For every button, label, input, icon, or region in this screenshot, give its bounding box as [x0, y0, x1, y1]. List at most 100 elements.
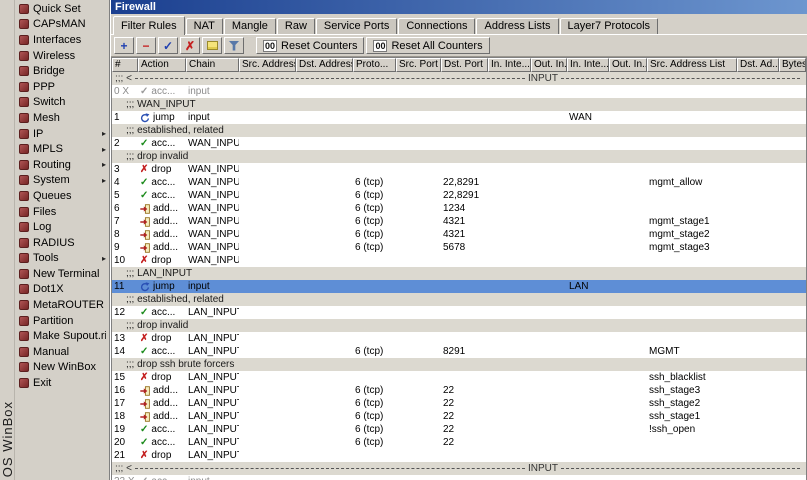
firewall-rule-row[interactable]: 8add...WAN_INPUT6 (tcp)4321mgmt_stage2 — [112, 228, 806, 241]
sidebar-item-partition[interactable]: Partition — [15, 313, 109, 329]
cell-action: ✓acc... — [138, 475, 186, 480]
sidebar-item-new-terminal[interactable]: New Terminal — [15, 266, 109, 282]
disable-rule-button[interactable]: ✗ — [180, 37, 200, 54]
firewall-rule-row[interactable]: 6add...WAN_INPUT6 (tcp)1234 — [112, 202, 806, 215]
firewall-rule-row[interactable]: 4✓acc...WAN_INPUT6 (tcp)22,8291mgmt_allo… — [112, 176, 806, 189]
reset-all-counters-button[interactable]: 00 Reset All Counters — [366, 37, 489, 54]
sidebar-item-capsman[interactable]: CAPsMAN — [15, 17, 109, 33]
tab-raw[interactable]: Raw — [277, 18, 315, 34]
firewall-rule-row[interactable]: 21✗dropLAN_INPUT — [112, 449, 806, 462]
firewall-rule-row[interactable]: 9add...WAN_INPUT6 (tcp)5678mgmt_stage3 — [112, 241, 806, 254]
sidebar-item-routing[interactable]: Routing▸ — [15, 157, 109, 173]
column-header-chain-2[interactable]: Chain — [186, 58, 239, 72]
separator-row[interactable]: ;;; <INPUT — [112, 72, 806, 85]
cell-out-interface-list — [609, 306, 647, 319]
comment-row[interactable]: ;;; drop invalid — [112, 150, 806, 163]
column-header-src-address-list-12[interactable]: Src. Address List — [647, 58, 737, 72]
tab-filter-rules[interactable]: Filter Rules — [113, 16, 185, 35]
sidebar-item-switch[interactable]: Switch — [15, 95, 109, 111]
firewall-rule-row[interactable]: 17add...LAN_INPUT6 (tcp)22ssh_stage2 — [112, 397, 806, 410]
sidebar-item-metarouter[interactable]: MetaROUTER — [15, 297, 109, 313]
column-header-dst-port-7[interactable]: Dst. Port — [441, 58, 488, 72]
firewall-rule-row[interactable]: 5✓acc...WAN_INPUT6 (tcp)22,8291 — [112, 189, 806, 202]
sidebar-item-files[interactable]: Files — [15, 204, 109, 220]
tab-layer7-protocols[interactable]: Layer7 Protocols — [560, 18, 659, 34]
cell-dst-address-list — [737, 280, 779, 293]
tab-address-lists[interactable]: Address Lists — [476, 18, 558, 34]
comment-row[interactable]: ;;; LAN_INPUT — [112, 267, 806, 280]
firewall-rule-row[interactable]: 15✗dropLAN_INPUTssh_blacklist — [112, 371, 806, 384]
sidebar-item-mpls[interactable]: MPLS▸ — [15, 141, 109, 157]
cell-action: ✓acc... — [138, 345, 186, 358]
firewall-rule-row[interactable]: 0 X✓acc...input — [112, 85, 806, 98]
firewall-rule-row[interactable]: 14✓acc...LAN_INPUT6 (tcp)8291MGMT — [112, 345, 806, 358]
column-header-action-1[interactable]: Action — [138, 58, 186, 72]
firewall-rule-row[interactable]: 10✗dropWAN_INPUT — [112, 254, 806, 267]
enable-rule-button[interactable]: ✓ — [158, 37, 178, 54]
column-header-in-inte-10[interactable]: In. Inte... — [567, 58, 609, 72]
sidebar-item-tools[interactable]: Tools▸ — [15, 251, 109, 267]
remove-rule-button[interactable]: − — [136, 37, 156, 54]
column-header-bytes-14[interactable]: Bytes — [779, 58, 806, 72]
firewall-rule-row[interactable]: 19✓acc...LAN_INPUT6 (tcp)22!ssh_open — [112, 423, 806, 436]
sidebar-item-quick-set[interactable]: Quick Set — [15, 1, 109, 17]
comment-row[interactable]: ;;; drop invalid — [112, 319, 806, 332]
firewall-rule-row[interactable]: 7add...WAN_INPUT6 (tcp)4321mgmt_stage1 — [112, 215, 806, 228]
reset-counters-button[interactable]: 00 Reset Counters — [256, 37, 364, 54]
tab-service-ports[interactable]: Service Ports — [316, 18, 397, 34]
cell-action: ✓acc... — [138, 189, 186, 202]
filter-button[interactable] — [224, 37, 244, 54]
comment-row[interactable]: ;;; drop ssh brute forcers — [112, 358, 806, 371]
sidebar-item-bridge[interactable]: Bridge — [15, 63, 109, 79]
sidebar-item-mesh[interactable]: Mesh — [15, 110, 109, 126]
cell-protocol — [353, 137, 396, 150]
sidebar-item-wireless[interactable]: Wireless — [15, 48, 109, 64]
sidebar-item-make-supout-rif[interactable]: Make Supout.rif — [15, 328, 109, 344]
sidebar-item-ip[interactable]: IP▸ — [15, 126, 109, 142]
add-rule-button[interactable]: + — [114, 37, 134, 54]
cell-in-interface — [488, 475, 531, 480]
column-header-in-inte-8[interactable]: In. Inte... — [488, 58, 531, 72]
sidebar-item-log[interactable]: Log — [15, 219, 109, 235]
tab-nat[interactable]: NAT — [186, 18, 223, 34]
drop-icon: ✗ — [140, 165, 148, 175]
cell-bytes — [779, 306, 806, 319]
firewall-rule-row[interactable]: 20✓acc...LAN_INPUT6 (tcp)22 — [112, 436, 806, 449]
firewall-rule-row[interactable]: 18add...LAN_INPUT6 (tcp)22ssh_stage1 — [112, 410, 806, 423]
column-header-dst-ad-13[interactable]: Dst. Ad... — [737, 58, 779, 72]
column-header-out-in-9[interactable]: Out. In... — [531, 58, 567, 72]
firewall-rule-row[interactable]: 16add...LAN_INPUT6 (tcp)22ssh_stage3 — [112, 384, 806, 397]
firewall-rule-row[interactable]: 22 X✓acc...input — [112, 475, 806, 480]
tab-mangle[interactable]: Mangle — [224, 18, 276, 34]
sidebar-item-queues[interactable]: Queues — [15, 188, 109, 204]
separator-row[interactable]: ;;; <INPUT — [112, 462, 806, 475]
column-header-proto-5[interactable]: Proto... — [353, 58, 396, 72]
firewall-rule-row[interactable]: 2✓acc...WAN_INPUT — [112, 137, 806, 150]
column-header-out-in-11[interactable]: Out. In... — [609, 58, 647, 72]
sidebar-item-manual[interactable]: Manual — [15, 344, 109, 360]
sidebar-item-system[interactable]: System▸ — [15, 173, 109, 189]
column-header-src-port-6[interactable]: Src. Port — [396, 58, 441, 72]
sidebar-item-dot1x[interactable]: Dot1X — [15, 282, 109, 298]
sidebar-item-interfaces[interactable]: Interfaces — [15, 32, 109, 48]
firewall-rule-row[interactable]: 3✗dropWAN_INPUT — [112, 163, 806, 176]
comment-button[interactable] — [202, 37, 222, 54]
column-header-src-address-3[interactable]: Src. Address — [239, 58, 296, 72]
window-titlebar[interactable]: Firewall — [111, 0, 807, 14]
column-header-col-0[interactable]: # — [112, 58, 138, 72]
comment-row[interactable]: ;;; WAN_INPUT — [112, 98, 806, 111]
firewall-rule-row[interactable]: 11jumpinputLAN — [112, 280, 806, 293]
cell-in-interface-list — [567, 410, 609, 423]
comment-row[interactable]: ;;; established, related — [112, 124, 806, 137]
sidebar-item-ppp[interactable]: PPP — [15, 79, 109, 95]
tab-connections[interactable]: Connections — [398, 18, 475, 34]
firewall-rule-row[interactable]: 12✓acc...LAN_INPUT — [112, 306, 806, 319]
sidebar-item-radius[interactable]: RADIUS — [15, 235, 109, 251]
sidebar-item-exit[interactable]: Exit — [15, 375, 109, 391]
comment-row[interactable]: ;;; established, related — [112, 293, 806, 306]
cell-number: 18 — [112, 410, 138, 423]
sidebar-item-new-winbox[interactable]: New WinBox — [15, 360, 109, 376]
firewall-rule-row[interactable]: 1jumpinputWAN — [112, 111, 806, 124]
column-header-dst-address-4[interactable]: Dst. Address — [296, 58, 353, 72]
firewall-rule-row[interactable]: 13✗dropLAN_INPUT — [112, 332, 806, 345]
